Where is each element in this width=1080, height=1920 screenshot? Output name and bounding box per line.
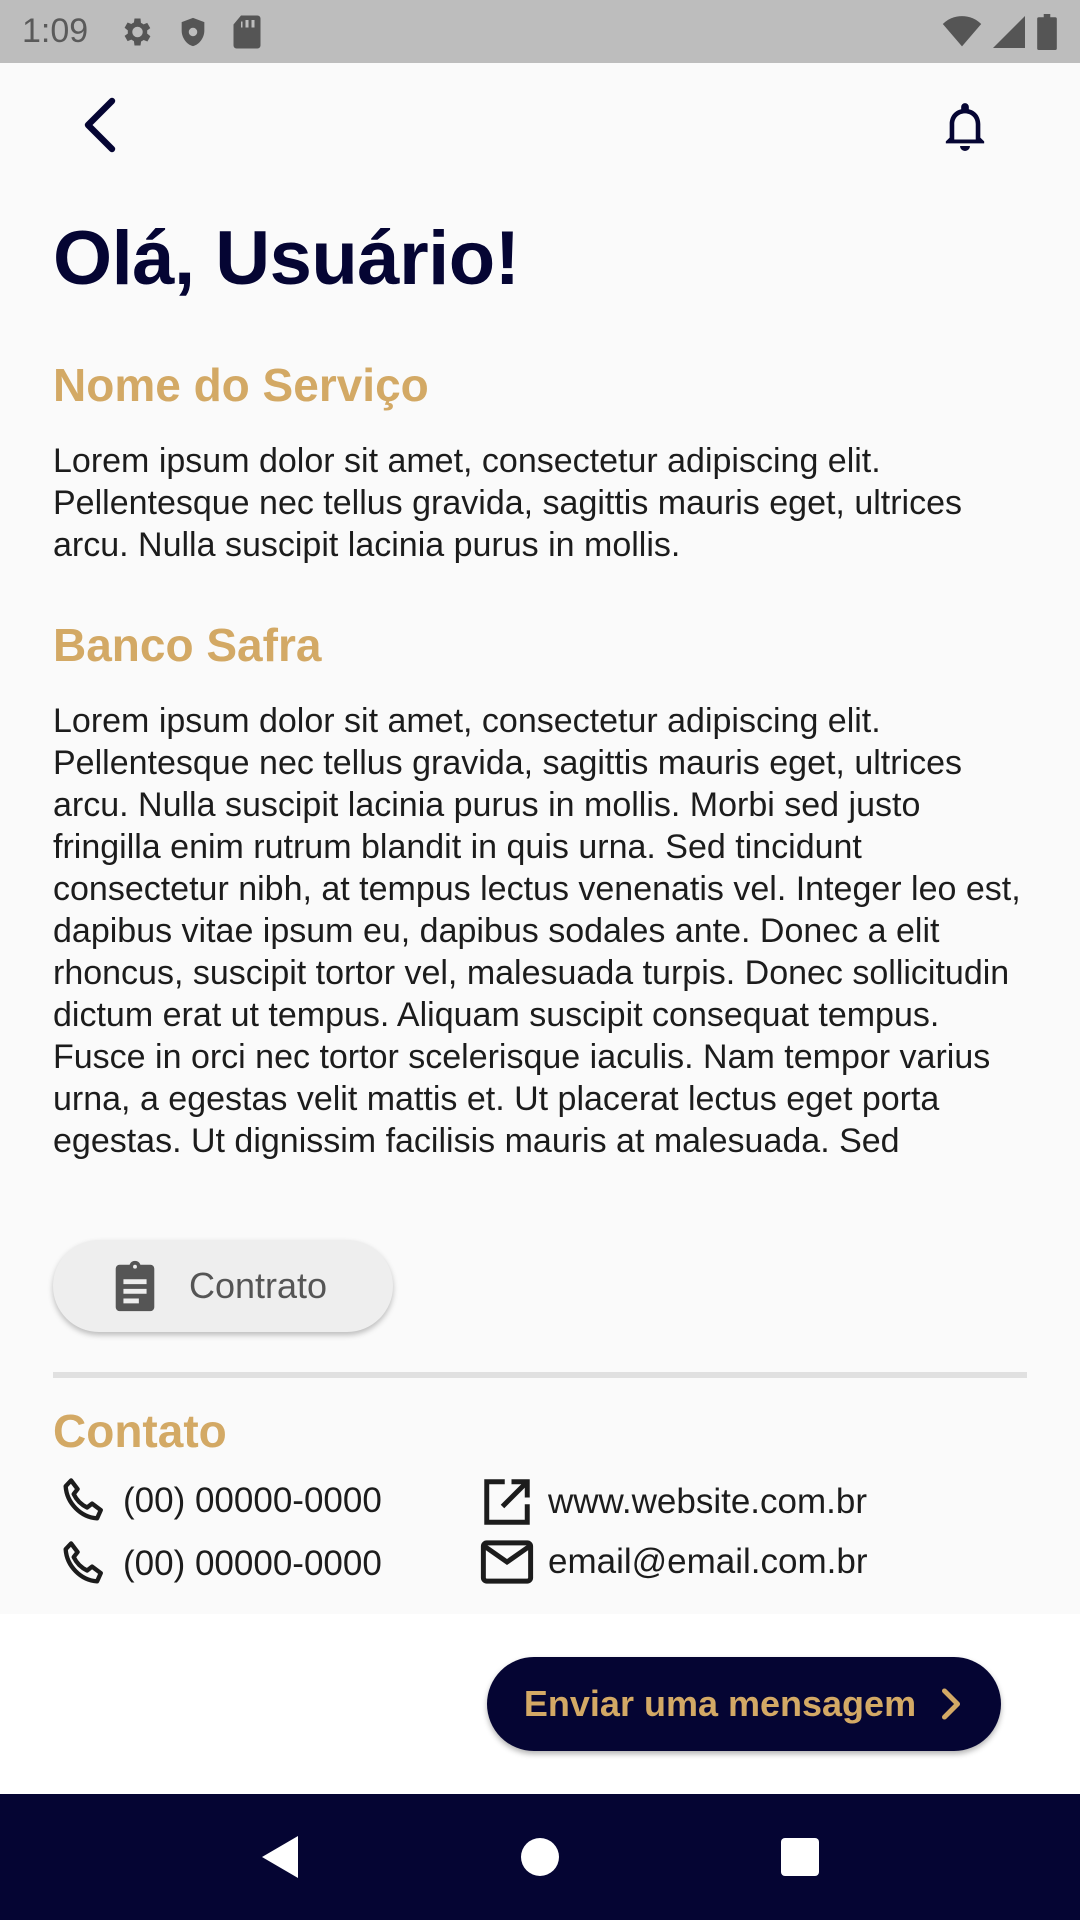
- phone-icon: [63, 1541, 103, 1584]
- contract-label: Contrato: [189, 1265, 328, 1306]
- bank-description[interactable]: Lorem ipsum dolor sit amet, consectetur …: [53, 700, 1023, 1198]
- status-left-icons: [118, 14, 262, 50]
- notification-button[interactable]: [935, 98, 995, 158]
- recents-square-icon: [781, 1838, 819, 1876]
- email-link[interactable]: email@email.com.br: [480, 1538, 868, 1586]
- nav-back-button[interactable]: [260, 1834, 300, 1880]
- nav-recents-button[interactable]: [780, 1837, 820, 1877]
- wifi-icon: [942, 15, 982, 48]
- email-address: email@email.com.br: [548, 1542, 868, 1581]
- service-description: Lorem ipsum dolor sit amet, consectetur …: [53, 442, 963, 564]
- signal-icon: [992, 15, 1026, 48]
- system-nav-bar: [0, 1794, 1080, 1920]
- send-message-button[interactable]: Enviar uma mensagem: [487, 1657, 1001, 1751]
- status-bar: 1:09: [0, 0, 1080, 63]
- contract-button[interactable]: Contrato: [53, 1240, 393, 1332]
- battery-icon: [1036, 13, 1058, 50]
- settings-icon: [118, 14, 154, 50]
- greeting-title: Olá, Usuário!: [53, 216, 520, 301]
- phone-link-1[interactable]: (00) 00000-0000: [57, 1475, 382, 1527]
- back-triangle-icon: [262, 1836, 298, 1878]
- website-link[interactable]: www.website.com.br: [480, 1475, 867, 1529]
- send-message-label: Enviar uma mensagem: [523, 1683, 917, 1724]
- external-link-icon: [484, 1479, 530, 1525]
- phone-number: (00) 00000-0000: [123, 1481, 382, 1520]
- home-circle-icon: [521, 1838, 559, 1876]
- app-bar: [0, 63, 1080, 188]
- service-name-title: Nome do Serviço: [53, 359, 429, 411]
- bell-icon: [945, 103, 985, 151]
- website-url: www.website.com.br: [548, 1482, 867, 1521]
- phone-icon: [63, 1478, 103, 1521]
- back-button[interactable]: [70, 95, 130, 155]
- mail-icon: [480, 1540, 534, 1584]
- status-time: 1:09: [22, 12, 89, 50]
- clipboard-icon: [115, 1260, 155, 1312]
- shield-icon: [176, 14, 210, 50]
- phone-number: (00) 00000-0000: [123, 1544, 382, 1583]
- nav-home-button[interactable]: [520, 1837, 560, 1877]
- phone-link-2[interactable]: (00) 00000-0000: [57, 1538, 382, 1590]
- chevron-left-icon: [84, 97, 116, 153]
- contact-title: Contato: [53, 1405, 227, 1457]
- status-right-icons: [942, 13, 1058, 50]
- bank-name-title: Banco Safra: [53, 619, 322, 671]
- chevron-right-icon: [942, 1688, 961, 1720]
- sd-card-icon: [232, 14, 262, 50]
- divider: [53, 1372, 1027, 1378]
